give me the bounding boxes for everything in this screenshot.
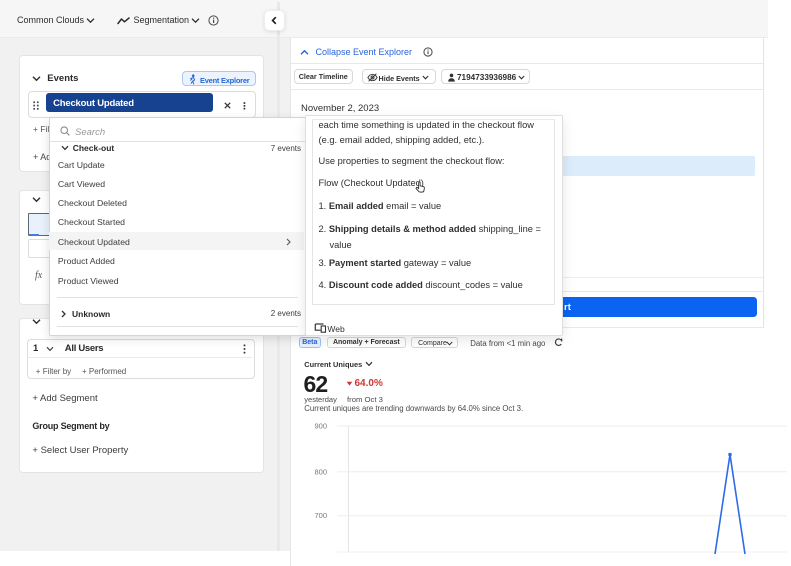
- svg-text:700: 700: [314, 511, 327, 520]
- svg-text:800: 800: [314, 467, 327, 476]
- svg-text:900: 900: [314, 422, 327, 431]
